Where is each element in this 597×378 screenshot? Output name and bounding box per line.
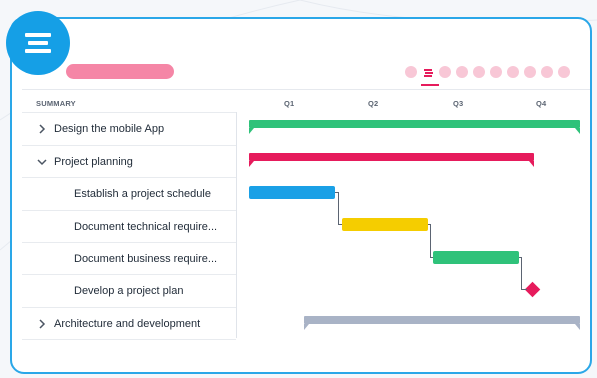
task-label: Project planning	[54, 155, 133, 168]
pagination-dot[interactable]	[456, 66, 468, 78]
divider	[22, 89, 590, 90]
pagination-dot[interactable]	[558, 66, 570, 78]
milestone-diamond-icon[interactable]	[524, 281, 541, 298]
task-row-document-technical[interactable]: Document technical require...	[22, 210, 236, 242]
dependency-connector	[430, 224, 431, 257]
task-row-architecture[interactable]: Architecture and development	[22, 307, 236, 339]
pagination-dots	[405, 66, 575, 78]
quarter-header-q4: Q4	[536, 99, 547, 108]
task-row-establish-schedule[interactable]: Establish a project schedule	[22, 177, 236, 209]
timeline-header: SUMMARY Q1 Q2 Q3 Q4	[12, 97, 590, 111]
summary-column-header: SUMMARY	[36, 99, 76, 108]
pagination-dot[interactable]	[490, 66, 502, 78]
pagination-dot[interactable]	[473, 66, 485, 78]
title-placeholder	[66, 64, 174, 79]
quarter-header-q1: Q1	[284, 99, 295, 108]
task-row-document-business[interactable]: Document business require...	[22, 242, 236, 274]
quarter-header-q3: Q3	[453, 99, 464, 108]
pagination-dot[interactable]	[405, 66, 417, 78]
gantt-card: SUMMARY Q1 Q2 Q3 Q4 Design the mobile Ap…	[10, 17, 592, 374]
gantt-summary-bar-project-planning[interactable]	[249, 153, 534, 167]
row-divider	[22, 339, 236, 340]
gantt-summary-bar-architecture[interactable]	[304, 316, 580, 330]
quarter-header-q2: Q2	[368, 99, 379, 108]
column-divider	[236, 112, 237, 338]
pagination-dot[interactable]	[524, 66, 536, 78]
dependency-connector	[430, 257, 433, 258]
gantt-summary-bar-design-mobile-app[interactable]	[249, 120, 580, 134]
chevron-right-icon[interactable]	[36, 123, 48, 135]
task-label: Develop a project plan	[74, 284, 184, 297]
gantt-bar-document-business[interactable]	[433, 251, 519, 264]
dependency-connector	[521, 289, 527, 290]
dependency-connector	[338, 224, 342, 225]
task-row-project-planning[interactable]: Project planning	[22, 145, 236, 177]
task-label: Design the mobile App	[54, 122, 165, 135]
gantt-bar-establish-schedule[interactable]	[249, 186, 335, 199]
dependency-connector	[338, 192, 339, 225]
pagination-dot[interactable]	[422, 66, 434, 78]
pagination-dot[interactable]	[507, 66, 519, 78]
task-label: Architecture and development	[54, 317, 201, 330]
dependency-connector	[521, 257, 522, 290]
pagination-dot[interactable]	[439, 66, 451, 78]
hamburger-menu-icon[interactable]	[6, 11, 70, 75]
pagination-dot[interactable]	[541, 66, 553, 78]
chevron-down-icon[interactable]	[36, 156, 48, 168]
task-row-develop-plan[interactable]: Develop a project plan	[22, 274, 236, 306]
task-label: Establish a project schedule	[74, 187, 211, 200]
chevron-right-icon[interactable]	[36, 318, 48, 330]
task-label: Document technical require...	[74, 220, 218, 233]
task-label: Document business require...	[74, 252, 218, 265]
task-row-design-mobile-app[interactable]: Design the mobile App	[22, 112, 236, 144]
gantt-bar-document-technical[interactable]	[342, 218, 428, 231]
active-dot-underline	[421, 84, 439, 86]
